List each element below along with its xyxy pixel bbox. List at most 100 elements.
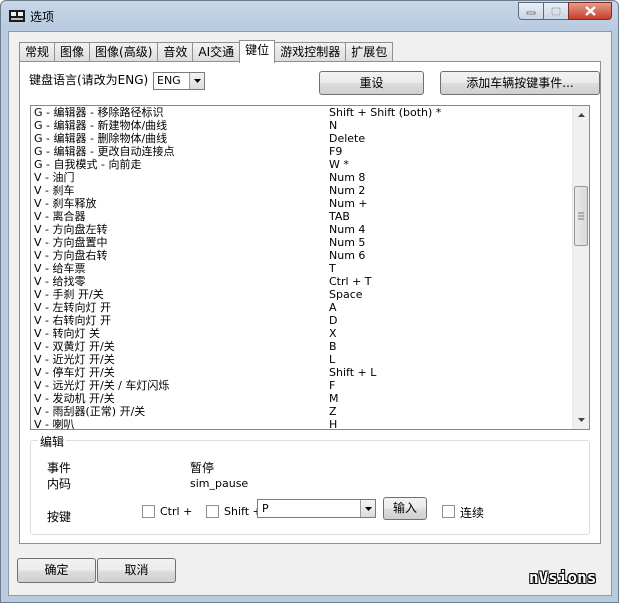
tab-keys[interactable]: 键位 (239, 40, 276, 63)
binding-action: V - 方向盘右转 (34, 249, 108, 262)
window-title: 选项 (30, 10, 55, 24)
table-row[interactable]: V - 离合器 TAB (31, 210, 574, 223)
cancel-button[interactable]: 取消 (97, 558, 176, 583)
table-row[interactable]: V - 雨刮器(正常) 开/关 Z (31, 405, 574, 418)
tab-ai-traffic[interactable]: AI交通 (192, 42, 241, 62)
binding-key: D (329, 314, 338, 327)
maximize-button[interactable] (543, 2, 569, 20)
key-dropdown-arrow-button[interactable] (360, 500, 375, 517)
binding-key: Num 5 (329, 236, 366, 249)
table-row[interactable]: V - 给车票 T (31, 262, 574, 275)
binding-action: V - 左转向灯 开 (34, 301, 111, 314)
dialog-client: 常规 图像 图像(高级) 音效 AI交通 键位 游戏控制器 扩展包 键盘语言(请… (8, 31, 612, 596)
table-row[interactable]: V - 停车灯 开/关 Shift + L (31, 366, 574, 379)
binding-action: V - 油门 (34, 171, 75, 184)
table-row[interactable]: G - 编辑器 - 移除路径标识 Shift + Shift (both) * (31, 106, 574, 119)
binding-key: Num 6 (329, 249, 366, 262)
maximize-icon (551, 6, 561, 16)
keys-tab-panel: 键盘语言(请改为ENG) ENG 重设 添加车辆按键事件... G - 编辑器 … (19, 61, 601, 544)
table-row[interactable]: V - 近光灯 开/关 L (31, 353, 574, 366)
scroll-down-button[interactable] (573, 412, 589, 428)
table-row[interactable]: V - 远光灯 开/关 / 车灯闪烁 F (31, 379, 574, 392)
title-bar[interactable]: 选项 (1, 1, 618, 31)
scroll-down-icon (577, 418, 585, 422)
table-row[interactable]: V - 右转向灯 开 D (31, 314, 574, 327)
tab-strip: 常规 图像 图像(高级) 音效 AI交通 键位 游戏控制器 扩展包 (19, 40, 394, 63)
dropdown-arrow-button[interactable] (189, 73, 204, 89)
code-label: 内码 (47, 477, 72, 491)
reset-button[interactable]: 重设 (319, 71, 424, 95)
table-row[interactable]: V - 转向灯 关 X (31, 327, 574, 340)
add-vehicle-key-event-button[interactable]: 添加车辆按键事件... (440, 71, 600, 95)
binding-key: H (329, 418, 338, 430)
binding-action: V - 方向盘左转 (34, 223, 108, 236)
binding-action: V - 刹车 (34, 184, 75, 197)
ctrl-label: Ctrl + (160, 505, 193, 518)
binding-key: TAB (329, 210, 350, 223)
binding-key: M (329, 392, 339, 405)
binding-key: F9 (329, 145, 343, 158)
binding-action: V - 给车票 (34, 262, 86, 275)
window-controls (518, 2, 612, 22)
tab-general[interactable]: 常规 (19, 42, 56, 62)
event-label: 事件 (47, 461, 72, 475)
binding-action: G - 编辑器 - 更改自动连接点 (34, 145, 175, 158)
key-select[interactable]: P (257, 499, 376, 518)
binding-key: T (329, 262, 336, 275)
table-row[interactable]: G - 编辑器 - 删除物体/曲线 Delete (31, 132, 574, 145)
table-row[interactable]: G - 自我模式 - 向前走 W * (31, 158, 574, 171)
chevron-down-icon (193, 79, 201, 83)
close-button[interactable] (568, 2, 612, 20)
table-row[interactable]: V - 手刹 开/关 Space (31, 288, 574, 301)
vertical-scrollbar[interactable] (572, 106, 589, 429)
binding-key: X (329, 327, 337, 340)
ctrl-checkbox[interactable] (142, 505, 155, 518)
scrollbar-thumb[interactable] (574, 186, 588, 246)
key-bindings-list[interactable]: G - 编辑器 - 移除路径标识 Shift + Shift (both) * G … (30, 105, 590, 430)
table-row[interactable]: V - 喇叭 H (31, 418, 574, 430)
continuous-checkbox[interactable] (442, 505, 455, 518)
binding-key: Delete (329, 132, 366, 145)
table-row[interactable]: V - 方向盘左转 Num 4 (31, 223, 574, 236)
key-label: 按键 (47, 510, 72, 524)
code-value: sim_pause (190, 477, 249, 490)
watermark-text: nVsions (529, 568, 597, 587)
binding-action: V - 发动机 开/关 (34, 392, 115, 405)
binding-key: B (329, 340, 337, 353)
binding-key: A (329, 301, 337, 314)
tab-graphics[interactable]: 图像 (54, 42, 91, 62)
binding-action: V - 刹车释放 (34, 197, 97, 210)
table-row[interactable]: V - 刹车释放 Num + (31, 197, 574, 210)
tab-addons[interactable]: 扩展包 (345, 42, 394, 62)
table-row[interactable]: V - 方向盘右转 Num 6 (31, 249, 574, 262)
tab-sound[interactable]: 音效 (157, 42, 194, 62)
binding-action: V - 远光灯 开/关 / 车灯闪烁 (34, 379, 170, 392)
binding-key: Z (329, 405, 337, 418)
keyboard-language-select[interactable]: ENG (153, 72, 205, 90)
binding-action: V - 双黄灯 开/关 (34, 340, 115, 353)
table-row[interactable]: G - 编辑器 - 更改自动连接点 F9 (31, 145, 574, 158)
table-row[interactable]: V - 发动机 开/关 M (31, 392, 574, 405)
table-row[interactable]: V - 油门 Num 8 (31, 171, 574, 184)
binding-action: V - 离合器 (34, 210, 86, 223)
grip-icon (578, 212, 584, 220)
shift-checkbox[interactable] (206, 505, 219, 518)
tab-graphics-advanced[interactable]: 图像(高级) (89, 42, 159, 62)
table-row[interactable]: V - 给找零 Ctrl + T (31, 275, 574, 288)
minimize-button[interactable] (518, 2, 544, 20)
table-row[interactable]: V - 左转向灯 开 A (31, 301, 574, 314)
binding-action: V - 右转向灯 开 (34, 314, 111, 327)
input-button[interactable]: 输入 (383, 497, 427, 520)
table-row[interactable]: V - 刹车 Num 2 (31, 184, 574, 197)
edit-groupbox: 编辑 (30, 433, 590, 535)
table-row[interactable]: V - 双黄灯 开/关 B (31, 340, 574, 353)
tab-game-controller[interactable]: 游戏控制器 (274, 42, 347, 62)
binding-key: F (329, 379, 336, 392)
table-row[interactable]: G - 编辑器 - 新建物体/曲线 N (31, 119, 574, 132)
binding-action: V - 手刹 开/关 (34, 288, 104, 301)
binding-key: Shift + L (329, 366, 377, 379)
scroll-up-button[interactable] (573, 107, 589, 123)
table-row[interactable]: V - 方向盘置中 Num 5 (31, 236, 574, 249)
ok-button[interactable]: 确定 (17, 558, 96, 583)
options-window: 选项 常规 图像 图像(高级) 音效 AI交通 键位 游戏控制器 扩展包 键盘语… (0, 0, 619, 603)
